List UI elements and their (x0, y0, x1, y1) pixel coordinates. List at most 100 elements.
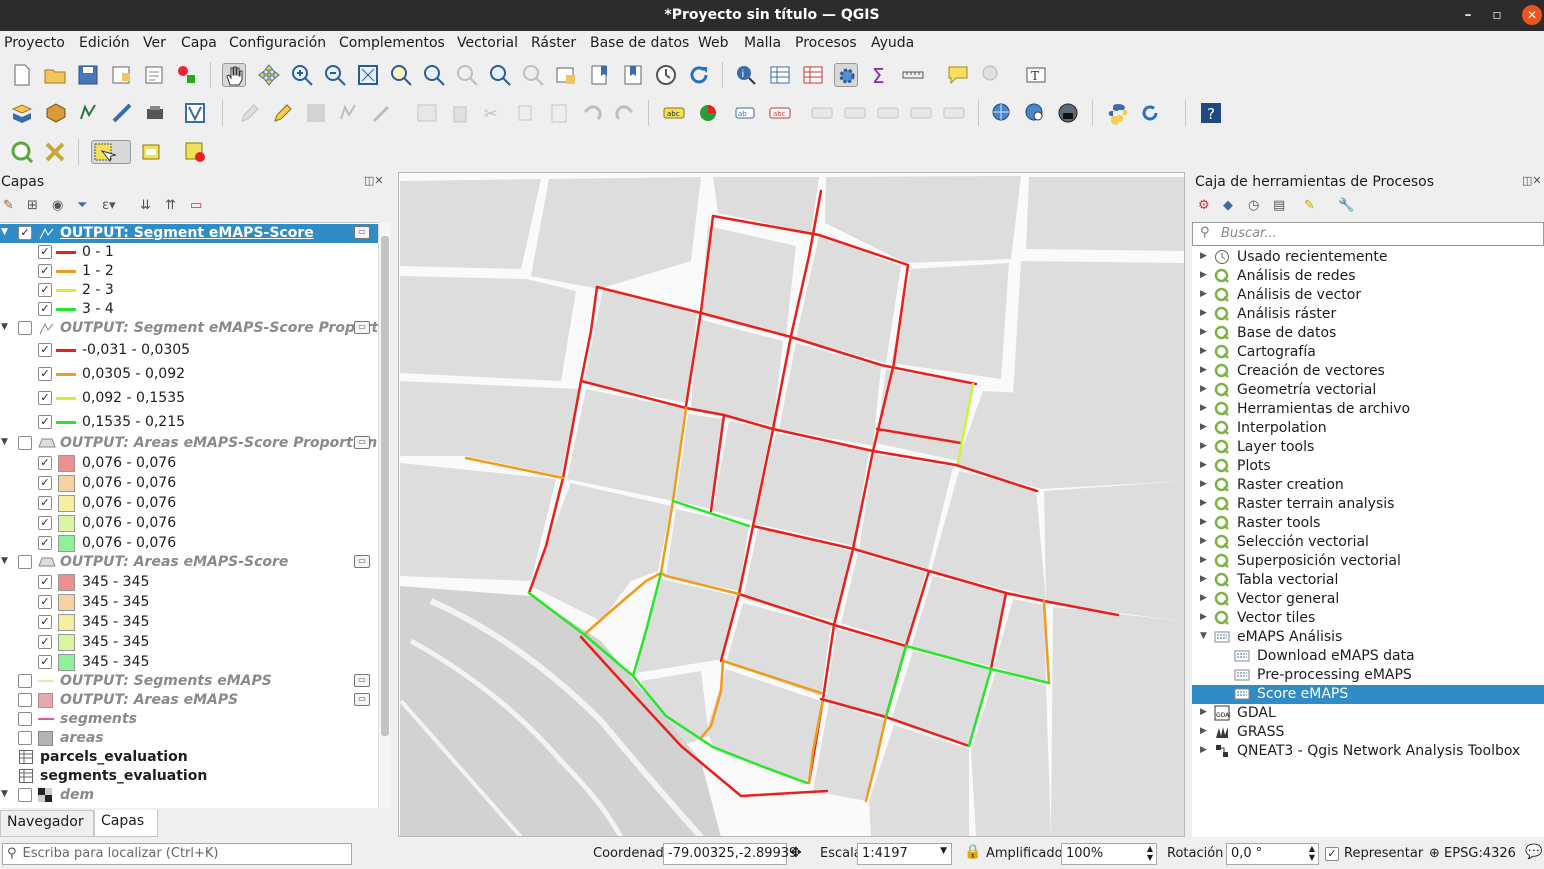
processing-provider[interactable]: ▶ Raster creation (1192, 476, 1544, 495)
layers-scrollbar[interactable] (378, 222, 390, 808)
scripts-icon[interactable]: ◆ (1223, 198, 1233, 213)
processing-provider[interactable]: ▶ Análisis de redes (1192, 267, 1544, 286)
paste-features-icon[interactable] (547, 101, 571, 125)
data-source-manager-icon[interactable] (10, 101, 34, 125)
processing-provider[interactable]: ▶ Herramientas de archivo (1192, 400, 1544, 419)
legend-item[interactable]: ✓ 345 - 345 (0, 593, 378, 612)
legend-item[interactable]: ✓ 0,076 - 0,076 (0, 474, 378, 493)
zoom-to-selection-icon[interactable] (389, 63, 413, 87)
current-edits-icon[interactable] (238, 101, 262, 125)
processing-provider[interactable]: ▶ Vector tiles (1192, 609, 1544, 628)
processing-algorithm[interactable]: Download eMAPS data (1192, 647, 1544, 666)
menu-base-de-datos[interactable]: Base de datos (590, 35, 689, 51)
legend-item[interactable]: ✓ 3 - 4 (0, 300, 378, 319)
processing-provider[interactable]: ▶ Layer tools (1192, 438, 1544, 457)
menu-edicion[interactable]: Edición (79, 35, 130, 51)
chevron-right-icon[interactable]: ▶ (1200, 403, 1207, 413)
processing-toolbox-icon[interactable] (834, 63, 858, 87)
move-label-icon[interactable] (810, 101, 834, 125)
zoom-in-icon[interactable] (290, 63, 314, 87)
identify-icon[interactable]: i (734, 63, 758, 87)
menu-malla[interactable]: Malla (744, 35, 781, 51)
memory-layer-icon[interactable]: ▭ (354, 321, 370, 334)
toggle-editing-icon[interactable] (271, 101, 295, 125)
temporal-controller-icon[interactable] (654, 63, 678, 87)
memory-layer-icon[interactable]: ▭ (354, 674, 370, 687)
processing-provider[interactable]: ▶ QNEAT3 - Qgis Network Analysis Toolbox (1192, 742, 1544, 761)
chevron-right-icon[interactable]: ▶ (1200, 574, 1207, 584)
maximize-button[interactable]: ▫ (1487, 5, 1507, 25)
locator-icon[interactable] (10, 140, 34, 164)
open-project-icon[interactable] (43, 63, 67, 87)
copy-features-icon[interactable] (514, 101, 538, 125)
results-viewer-icon[interactable]: ▤ (1273, 198, 1285, 213)
filter-legend-icon[interactable]: ⏷ (77, 198, 87, 213)
chevron-right-icon[interactable]: ▶ (1200, 346, 1207, 356)
chevron-right-icon[interactable]: ▶ (1200, 745, 1207, 755)
zoom-to-layer-icon[interactable] (422, 63, 446, 87)
processing-provider[interactable]: ▶ Raster terrain analysis (1192, 495, 1544, 514)
add-group-icon[interactable]: ⊞ (27, 198, 38, 213)
save-edits-icon[interactable] (304, 101, 328, 125)
chevron-right-icon[interactable]: ▶ (1200, 726, 1207, 736)
chevron-right-icon[interactable]: ▶ (1200, 707, 1207, 717)
zoom-last-icon[interactable] (488, 63, 512, 87)
pin-labels-icon[interactable]: ab (734, 101, 758, 125)
delete-selected-icon[interactable] (448, 101, 472, 125)
filter-expression-icon[interactable]: ε▾ (102, 198, 116, 213)
menu-complementos[interactable]: Complementos (339, 35, 445, 51)
legend-item[interactable]: ✓ 0,092 - 0,1535 (0, 389, 378, 408)
manage-visibility-icon[interactable]: ◉ (52, 198, 63, 213)
scale-combo[interactable]: 1:4197 ▼ (857, 843, 952, 865)
edit-features-inplace-icon[interactable]: ✎ (1304, 198, 1315, 213)
cut-features-icon[interactable]: ✂ (481, 101, 505, 125)
layer-segments-emaps[interactable]: OUTPUT: Segments eMAPS ▭ (0, 672, 378, 691)
diagram-icon[interactable] (696, 101, 720, 125)
chevron-right-icon[interactable]: ▶ (1200, 479, 1207, 489)
minimize-button[interactable]: – (1458, 5, 1478, 25)
messages-icon[interactable]: 💬 (1525, 844, 1542, 860)
chevron-right-icon[interactable]: ▶ (1200, 308, 1207, 318)
chevron-right-icon[interactable]: ▶ (1200, 612, 1207, 622)
processing-provider[interactable]: ▶ GRASS (1192, 723, 1544, 742)
chevron-right-icon[interactable]: ▶ (1200, 441, 1207, 451)
measure-icon[interactable] (901, 63, 925, 87)
legend-item[interactable]: ✓ 0,1535 - 0,215 (0, 413, 378, 432)
processing-algorithm[interactable]: Pre-processing eMAPS (1192, 666, 1544, 685)
globe-plugin-icon[interactable] (1056, 101, 1080, 125)
legend-item[interactable]: ✓ 345 - 345 (0, 633, 378, 652)
show-bookmarks-icon[interactable] (621, 63, 645, 87)
chevron-down-icon[interactable]: ▼ (1200, 631, 1207, 641)
add-feature-icon[interactable] (337, 101, 361, 125)
select-by-value-icon[interactable] (140, 140, 164, 164)
processing-provider[interactable]: ▶ Base de datos (1192, 324, 1544, 343)
zoom-next-icon[interactable] (521, 63, 545, 87)
tab-capas[interactable]: Capas (94, 810, 158, 837)
layer-group-segment-score[interactable]: ▼ ✓ OUTPUT: Segment eMAPS-Score ▭ (0, 224, 378, 243)
chevron-right-icon[interactable]: ▶ (1200, 365, 1207, 375)
processing-provider[interactable]: ▶ Análisis de vector (1192, 286, 1544, 305)
layer-group-areas-proportion[interactable]: ▼ OUTPUT: Areas eMAPS-Score Proportion ▭ (0, 434, 378, 453)
rotate-label-icon[interactable] (843, 101, 867, 125)
chevron-right-icon[interactable]: ▶ (1200, 460, 1207, 470)
menu-capa[interactable]: Capa (181, 35, 217, 51)
legend-item[interactable]: ✓ 0,0305 - 0,092 (0, 365, 378, 384)
render-checkbox[interactable]: ✓ (1325, 847, 1339, 861)
new-virtual-layer-icon[interactable] (183, 101, 207, 125)
menu-web[interactable]: Web (698, 35, 729, 51)
menu-configuracion[interactable]: Configuración (229, 35, 326, 51)
map-tips-icon[interactable] (946, 63, 970, 87)
zoom-out-icon[interactable] (323, 63, 347, 87)
show-labels-icon[interactable]: abc (768, 101, 792, 125)
attribute-table-icon[interactable] (768, 63, 792, 87)
pan-to-selection-icon[interactable] (257, 63, 281, 87)
select-features-icon[interactable] (91, 140, 131, 164)
new-project-icon[interactable] (10, 63, 34, 87)
legend-item[interactable]: ✓ 345 - 345 (0, 573, 378, 592)
layer-dem[interactable]: ▼ dem (0, 786, 378, 805)
processing-panel-float-button[interactable]: ◫✕ (1522, 174, 1542, 187)
memory-layer-icon[interactable]: ▭ (354, 226, 370, 239)
memory-layer-icon[interactable]: ▭ (354, 436, 370, 449)
magnifier-spinbox[interactable]: 100% ▲ ▼ (1061, 843, 1157, 865)
python-console-icon[interactable] (1106, 101, 1130, 125)
